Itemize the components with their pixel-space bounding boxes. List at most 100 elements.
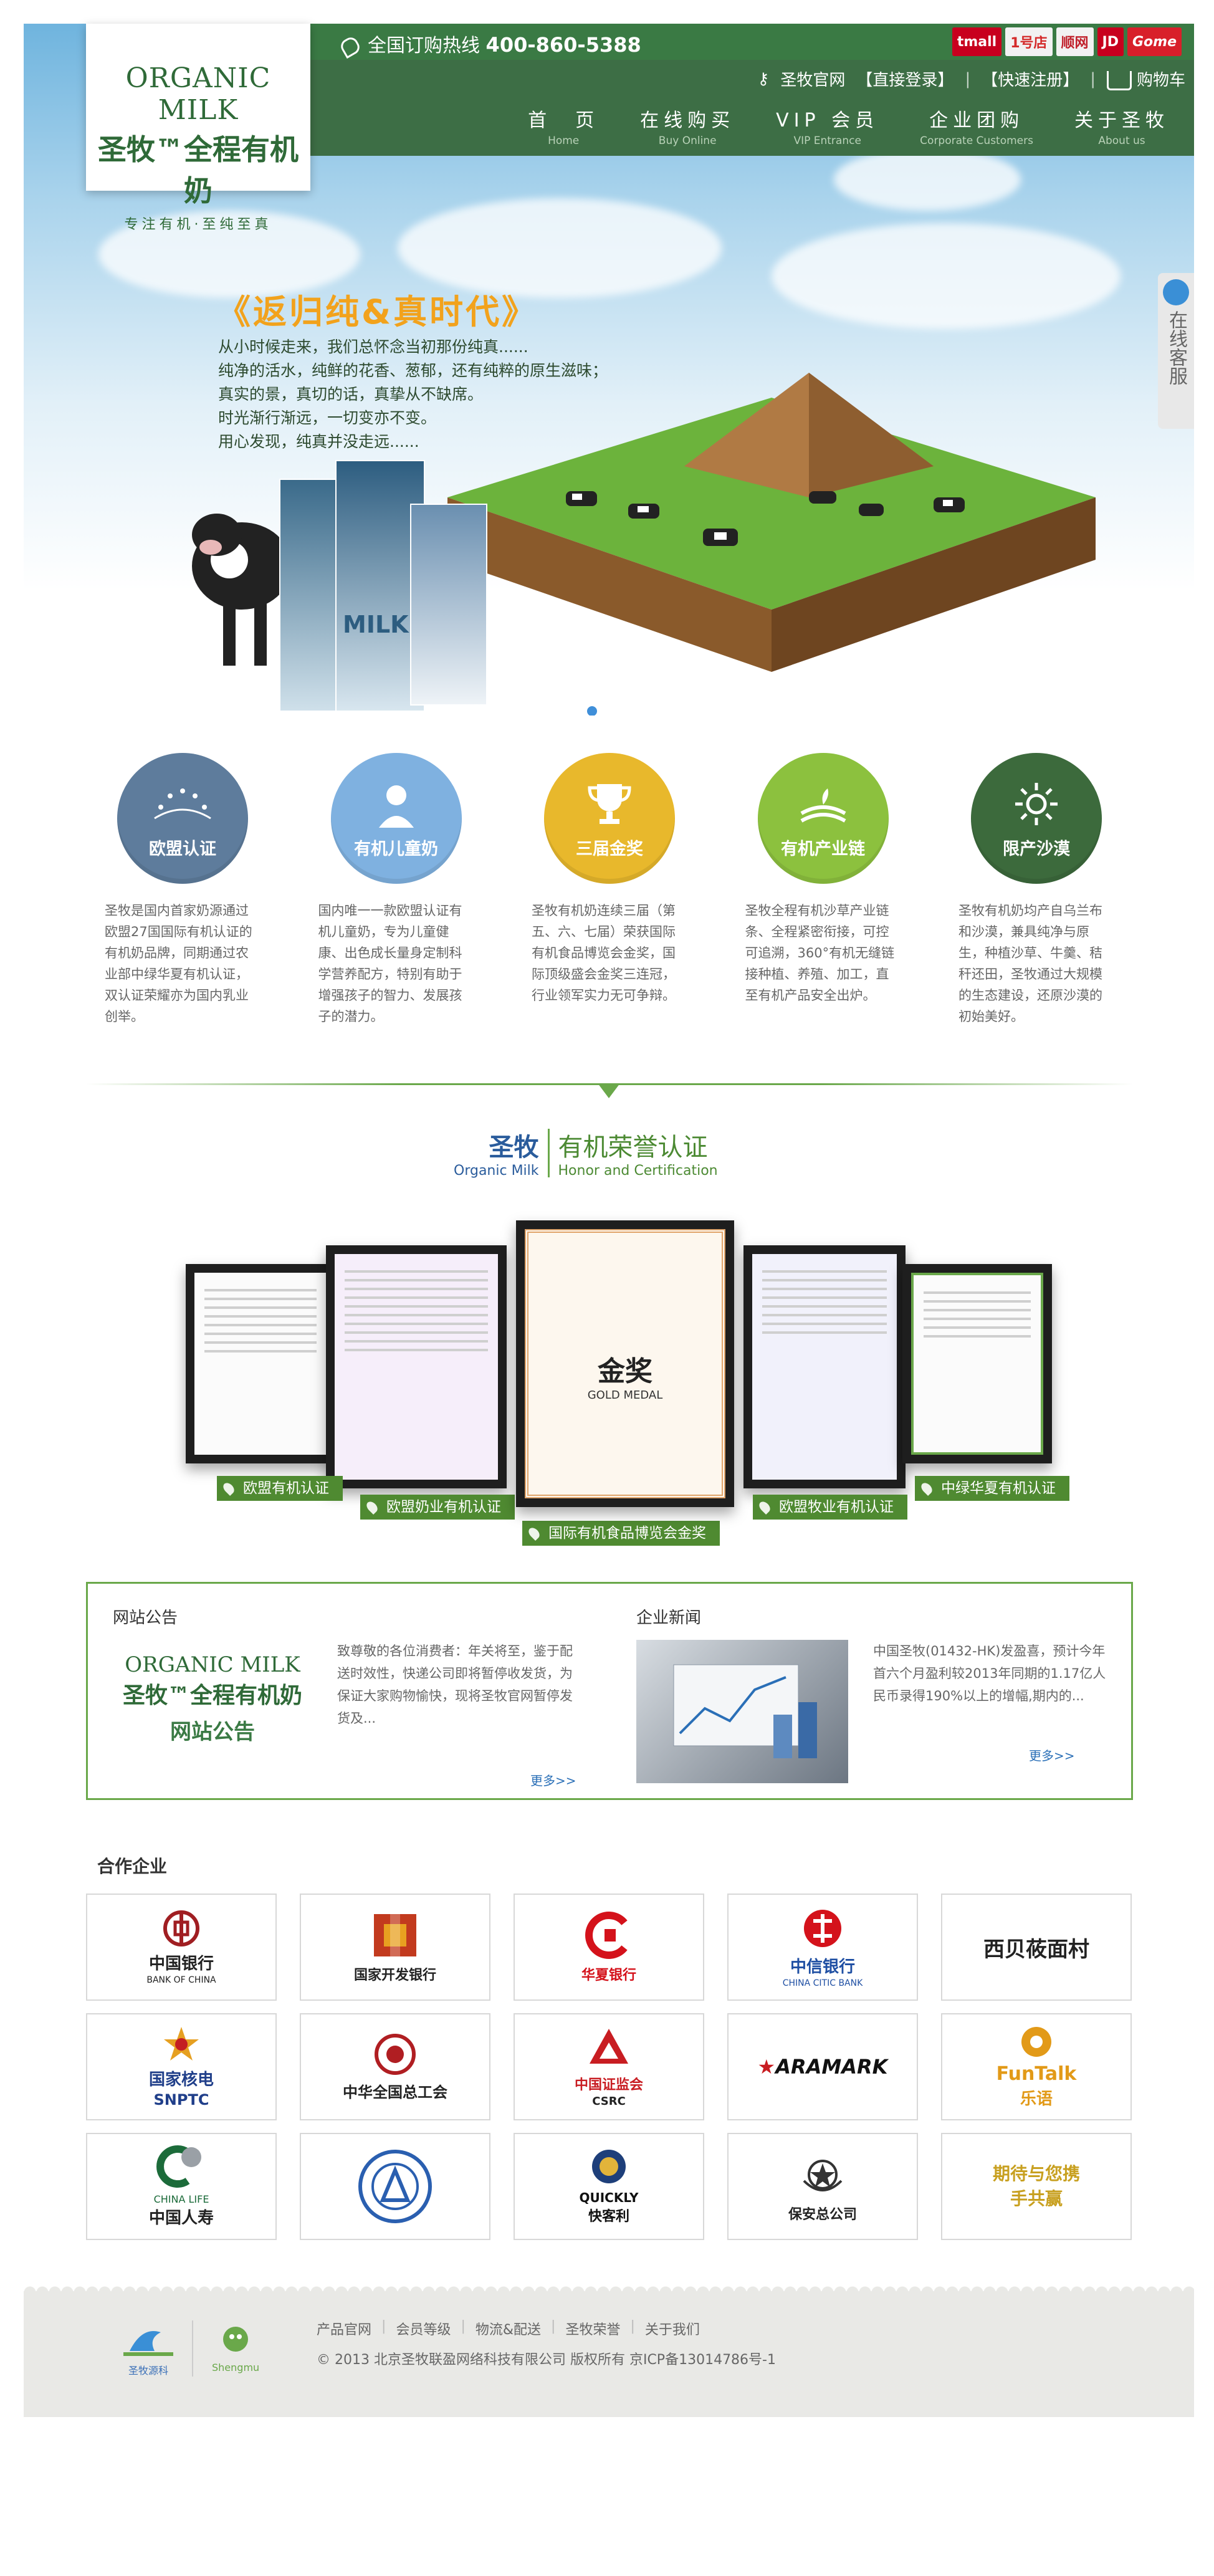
- footer-link[interactable]: 会员等级: [396, 2319, 451, 2339]
- certificate-frame[interactable]: 金奖 GOLD MEDAL: [516, 1220, 734, 1507]
- main-nav: 首 页 Home 在线购买 Buy Online VIP 会员 VIP Entranc…: [528, 105, 1169, 147]
- official-site-link[interactable]: 圣牧官网: [780, 67, 845, 90]
- footer: 圣牧源科 Shengmu 产品官网 | 会员等级 | 物流&配送 | 圣牧荣誉 | 关于…: [24, 2285, 1194, 2417]
- separator: |: [630, 2319, 635, 2334]
- partner-logo-security-school[interactable]: [300, 2133, 490, 2240]
- notice-image-en: ORGANIC MILK: [125, 1652, 300, 1677]
- snptc-icon: [164, 2026, 199, 2061]
- partner-logo-csrc[interactable]: 中国证监会 CSRC: [514, 2013, 704, 2120]
- yhd-logo[interactable]: 1号店: [1005, 27, 1053, 56]
- feature-badge[interactable]: 有机儿童奶: [330, 753, 462, 884]
- notice-more-link[interactable]: 更多>>: [530, 1771, 576, 1789]
- footer-link[interactable]: 产品官网: [317, 2319, 371, 2339]
- acftu-icon: [375, 2033, 416, 2075]
- nav-buy-online[interactable]: 在线购买 Buy Online: [640, 105, 735, 147]
- grass-island-image: [447, 373, 1096, 672]
- certificate-frame[interactable]: [743, 1245, 906, 1488]
- footer-logo-right[interactable]: Shengmu: [212, 2324, 259, 2373]
- footer-logo-left[interactable]: 圣牧源科: [123, 2320, 173, 2377]
- partner-logo-quickly[interactable]: QUICKLY 快客利: [514, 2133, 704, 2240]
- notice-image[interactable]: ORGANIC MILK 圣牧™全程有机奶 网站公告: [113, 1652, 312, 1777]
- jd-logo[interactable]: JD: [1097, 27, 1124, 56]
- footer-link[interactable]: 圣牧荣誉: [565, 2319, 620, 2339]
- site-logo[interactable]: ORGANIC MILK 圣牧™全程有机奶 专注有机·至纯至真: [86, 24, 310, 232]
- honor-title-cn: 圣牧: [489, 1133, 539, 1162]
- cert-label: 国际有机食品博览会金奖: [522, 1521, 720, 1546]
- partner-logo-bank-of-china[interactable]: 中国银行 BANK OF CHINA: [86, 1894, 277, 2001]
- quickly-icon: [592, 2150, 626, 2183]
- partner-logo-aramark[interactable]: ★ARAMARK: [727, 2013, 918, 2120]
- feature-label: 有机儿童奶: [354, 840, 438, 859]
- notice-text: 致尊敬的各位消费者：年关将至，鉴于配送时效性，快递公司即将暂停收发货，为保证大家…: [337, 1644, 573, 1726]
- footer-logos: 圣牧源科 Shengmu: [123, 2320, 259, 2377]
- news-text: 中国圣牧(01432-HK)发盈喜，预计今年首六个月盈利较2013年同期的1.1…: [873, 1644, 1106, 1703]
- site: 《返归纯&真时代》 从小时候走来，我们总怀念当初那份纯真...... 纯净的活水…: [24, 24, 1194, 2417]
- cert-label: 欧盟奶业有机认证: [360, 1495, 515, 1520]
- cert-label: 欧盟有机认证: [217, 1476, 343, 1501]
- login-link[interactable]: 【直接登录】: [856, 67, 954, 90]
- hotline-number: 400-860-5388: [485, 33, 641, 57]
- chain-icon: [758, 779, 889, 829]
- partner-logo-china-life[interactable]: CHINA LIFE 中国人寿: [86, 2133, 277, 2240]
- feature-badge[interactable]: 欧盟认证: [117, 753, 248, 884]
- certificate-frame[interactable]: [902, 1264, 1052, 1463]
- feature-item: 有机儿童奶 国内唯一一款欧盟认证有机儿童奶，专为儿童健康、出色成长量身定制科学营…: [318, 753, 474, 1027]
- partner-logo-hua-xia-bank[interactable]: 华夏银行: [514, 1894, 704, 2001]
- news-image[interactable]: [636, 1640, 848, 1783]
- partner-logo-citic-bank[interactable]: 中信银行 CHINA CITIC BANK: [727, 1894, 918, 2001]
- shunwang-logo[interactable]: 顺网: [1056, 27, 1094, 56]
- cart-link[interactable]: 购物车: [1106, 67, 1185, 90]
- partner-placeholder[interactable]: 期待与您携手共赢: [941, 2133, 1132, 2240]
- nav-home[interactable]: 首 页 Home: [528, 105, 599, 147]
- gome-logo[interactable]: Gome: [1127, 27, 1182, 56]
- sun-icon: [971, 779, 1102, 829]
- key-icon: ⚷: [757, 69, 770, 89]
- chat-icon: [1163, 279, 1189, 305]
- partner-name: 中信银行: [790, 1957, 855, 1976]
- feature-item: 限产沙漠 圣牧有机奶均产自乌兰布和沙漠，兼具纯净与原生，种植沙草、牛羹、秸秆还田…: [958, 753, 1114, 1027]
- certificate-frame[interactable]: [186, 1264, 335, 1463]
- partner-name: 西贝莜面村: [983, 1937, 1089, 1962]
- footer-link[interactable]: 关于我们: [645, 2319, 700, 2339]
- register-link[interactable]: 【快速注册】: [982, 67, 1079, 90]
- feature-badge[interactable]: 限产沙漠: [971, 753, 1102, 884]
- news-more-link[interactable]: 更多>>: [1029, 1746, 1075, 1764]
- partner-name: 华夏银行: [581, 1968, 636, 1983]
- nav-label: 企业团购: [929, 110, 1025, 132]
- partner-logo-snptc[interactable]: 国家核电 SNPTC: [86, 2013, 277, 2120]
- notice-heading: 网站公告: [113, 1609, 178, 1627]
- nav-corporate[interactable]: 企业团购 Corporate Customers: [920, 105, 1033, 147]
- footer-link[interactable]: 物流&配送: [476, 2319, 541, 2339]
- partner-name: FunTalk: [996, 2063, 1077, 2085]
- online-service-button[interactable]: 在线客服: [1158, 273, 1194, 429]
- tmall-logo[interactable]: tmall: [952, 27, 1002, 56]
- partner-logo-funtalk[interactable]: FunTalk 乐语: [941, 2013, 1132, 2120]
- copyright: © 2013 北京圣牧联盈网络科技有限公司 版权所有 京ICP备13014786…: [317, 2352, 776, 2368]
- nav-sublabel: Buy Online: [658, 135, 717, 147]
- security-school-emblem-icon: [358, 2150, 432, 2223]
- partner-name: 国家开发银行: [353, 1968, 436, 1983]
- partner-logo-cdb[interactable]: 国家开发银行: [300, 1894, 490, 2001]
- feature-desc: 圣牧有机奶连续三届（第五、六、七届）荣获国际有机食品博览会金奖，国际顶级盛会金奖…: [532, 903, 676, 1003]
- csrc-icon: [590, 2028, 628, 2064]
- partner-logo-xibei[interactable]: 西贝莜面村: [941, 1894, 1132, 2001]
- feature-badge[interactable]: 有机产业链: [757, 753, 889, 884]
- certificate-frame[interactable]: [326, 1245, 507, 1488]
- stars-icon: [117, 779, 248, 829]
- online-service-label: 在线客服: [1165, 310, 1187, 385]
- nav-vip[interactable]: VIP 会员 VIP Entrance: [776, 105, 879, 147]
- partner-logo-security-company[interactable]: 保安总公司: [727, 2133, 918, 2240]
- nav-about[interactable]: 关于圣牧 About us: [1074, 105, 1169, 147]
- partner-sub: CHINA CITIC BANK: [782, 1978, 863, 1988]
- carousel-dot[interactable]: [587, 706, 597, 716]
- news-section: 网站公告 ORGANIC MILK 圣牧™全程有机奶 网站公告 致尊敬的各位消费…: [86, 1582, 1133, 1800]
- partner-logo-acftu[interactable]: 中华全国总工会: [300, 2013, 490, 2120]
- hua-xia-bank-icon: [585, 1912, 628, 1959]
- partners-heading: 合作企业: [97, 1856, 168, 1877]
- child-icon: [331, 779, 462, 829]
- nav-sublabel: Corporate Customers: [920, 135, 1033, 147]
- partner-name: ★ARAMARK: [758, 2055, 888, 2079]
- feature-badge[interactable]: 三届金奖: [544, 753, 675, 884]
- partner-sub: SNPTC: [153, 2090, 209, 2109]
- honor-heading: 圣牧 Organic Milk 有机荣誉认证 Honor and Certifica…: [454, 1127, 765, 1179]
